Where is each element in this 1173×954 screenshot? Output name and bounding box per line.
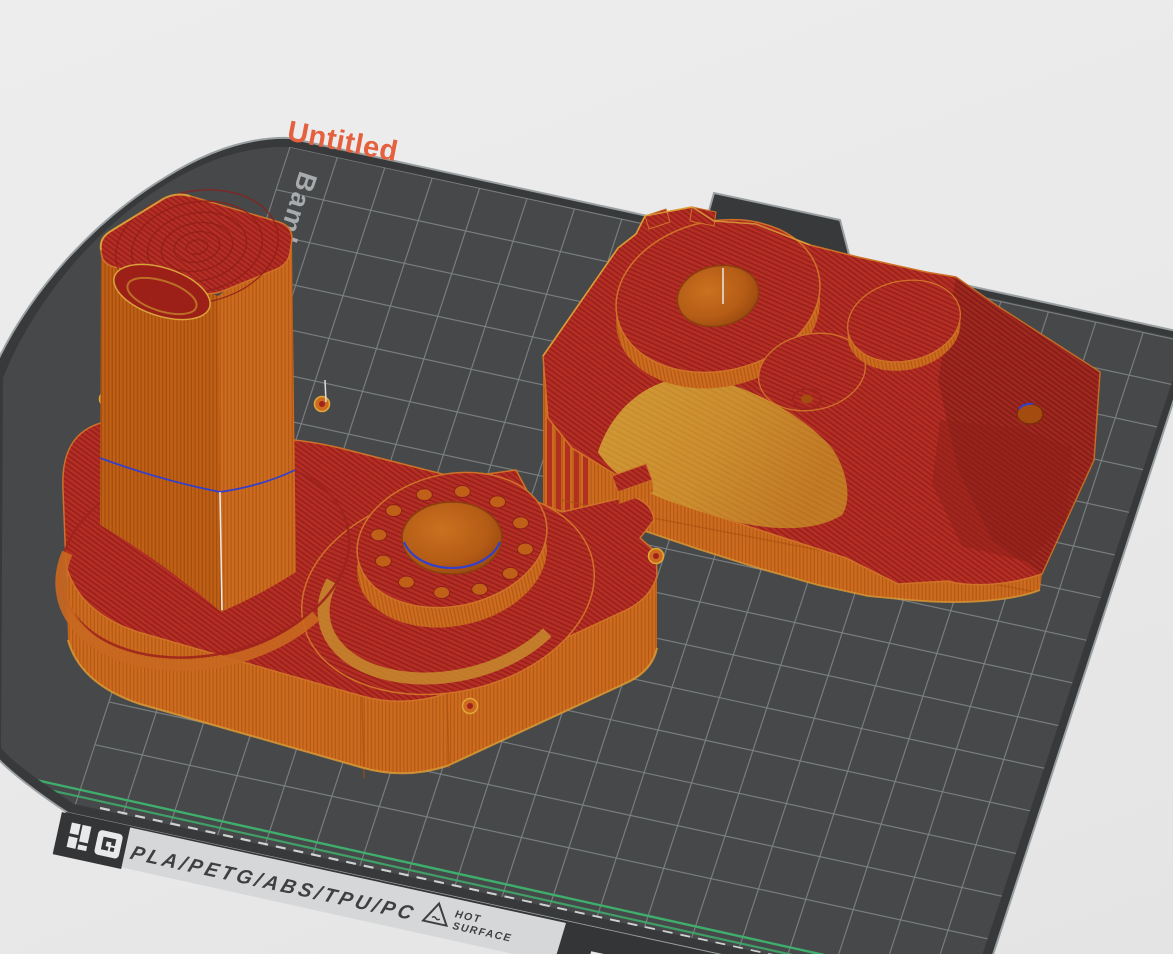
- pin-seam: [324, 379, 327, 403]
- viewport-scene[interactable]: Bamb ate / High Te PLA/PETG/ABS/TPU/PC: [0, 0, 1173, 954]
- boss-bore: [401, 501, 503, 575]
- slicer-3d-viewport[interactable]: Bamb ate / High Te PLA/PETG/ABS/TPU/PC: [0, 0, 1173, 954]
- small-ring-hole: [801, 394, 813, 404]
